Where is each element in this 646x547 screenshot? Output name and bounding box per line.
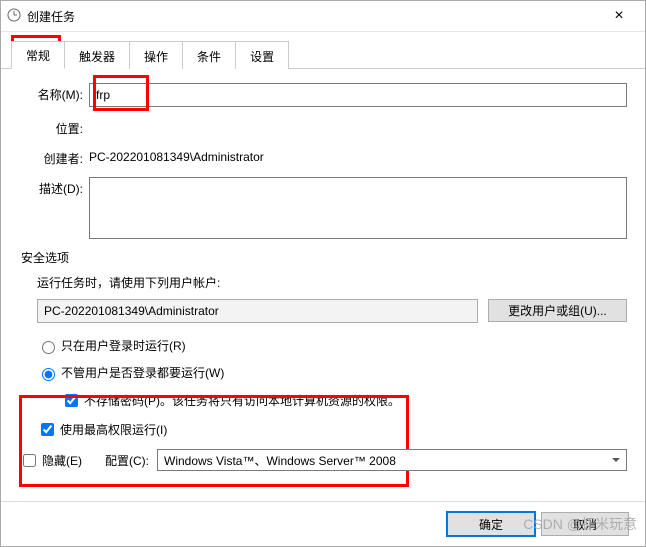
run-always-radio-input[interactable]: [42, 368, 55, 381]
tab-actions[interactable]: 操作: [130, 41, 183, 69]
close-button[interactable]: ×: [599, 2, 639, 30]
name-label: 名称(M):: [19, 83, 89, 103]
account-input: [37, 299, 478, 323]
tab-conditions[interactable]: 条件: [183, 41, 236, 69]
tab-content-general: 名称(M): 位置: 创建者: PC-202201081349\Administ…: [1, 69, 645, 501]
no-store-password-check[interactable]: 不存储密码(P)。该任务将只有访问本地计算机资源的权限。: [61, 391, 627, 410]
tab-general[interactable]: 常规: [11, 41, 65, 69]
author-label: 创建者:: [19, 147, 89, 167]
run-logged-on-radio[interactable]: 只在用户登录时运行(R): [37, 337, 627, 354]
window-title: 创建任务: [27, 8, 599, 25]
author-value: PC-202201081349\Administrator: [89, 147, 264, 164]
run-always-radio[interactable]: 不管用户是否登录都要运行(W): [37, 364, 627, 381]
no-store-password-check-input[interactable]: [65, 394, 78, 407]
hidden-check[interactable]: 隐藏(E): [19, 451, 97, 470]
change-user-button[interactable]: 更改用户或组(U)...: [488, 299, 627, 322]
cancel-button[interactable]: 取消: [541, 512, 629, 536]
use-account-label: 运行任务时，请使用下列用户帐户:: [37, 274, 627, 291]
create-task-window: 创建任务 × 常规 触发器 操作 条件 设置 名称(M): 位置: 创建者: P…: [0, 0, 646, 547]
name-input[interactable]: [89, 83, 627, 107]
config-label: 配置(C):: [105, 452, 149, 469]
description-input[interactable]: [89, 177, 627, 239]
titlebar: 创建任务 ×: [1, 1, 645, 32]
tab-settings[interactable]: 设置: [236, 41, 289, 69]
config-select[interactable]: Windows Vista™、Windows Server™ 2008: [157, 449, 627, 471]
run-logged-on-radio-input[interactable]: [42, 341, 55, 354]
hidden-check-input[interactable]: [23, 454, 36, 467]
location-label: 位置:: [19, 117, 89, 137]
tab-triggers[interactable]: 触发器: [65, 41, 130, 69]
clock-icon: [7, 8, 21, 25]
highest-priv-check[interactable]: 使用最高权限运行(I): [37, 420, 627, 439]
ok-button[interactable]: 确定: [447, 512, 535, 536]
highest-priv-check-input[interactable]: [41, 423, 54, 436]
dialog-button-bar: 确定 取消: [1, 501, 645, 546]
description-label: 描述(D):: [19, 177, 89, 197]
tabbar: 常规 触发器 操作 条件 设置: [1, 32, 645, 69]
security-section-title: 安全选项: [21, 249, 627, 266]
